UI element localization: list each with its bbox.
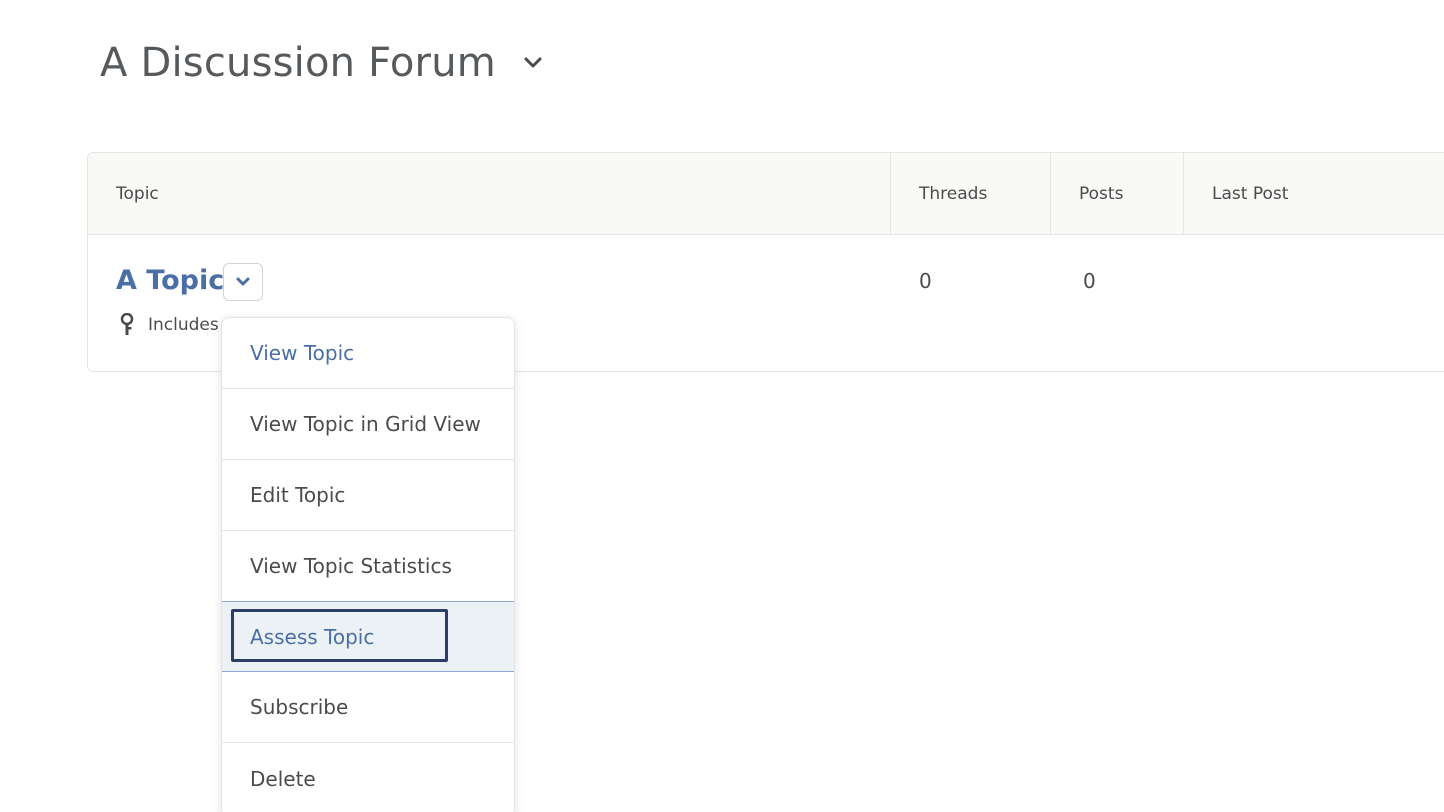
menu-item-label: Delete: [250, 766, 316, 791]
menu-item-label: View Topic: [250, 341, 355, 365]
menu-item-edit-topic[interactable]: Edit Topic: [222, 460, 514, 531]
menu-item-label: Edit Topic: [250, 483, 346, 507]
page: A Discussion Forum Topic Threads Posts L…: [0, 0, 1444, 812]
topic-link[interactable]: A Topic: [116, 265, 224, 296]
topic-menu-button[interactable]: [223, 263, 263, 301]
forum-menu-button[interactable]: [520, 50, 546, 76]
header-topic: Topic: [116, 183, 159, 204]
column-divider: [1050, 153, 1051, 234]
menu-item-view-topic-statistics[interactable]: View Topic Statistics: [222, 531, 514, 602]
menu-item-view-topic[interactable]: View Topic: [222, 318, 514, 389]
posts-count: 0: [1083, 269, 1096, 293]
topic-context-menu: View Topic View Topic in Grid View Edit …: [221, 317, 515, 812]
menu-item-label: Subscribe: [250, 695, 349, 719]
menu-item-delete[interactable]: Delete: [222, 743, 514, 812]
includes-label: Includes: [148, 315, 219, 335]
chevron-down-icon: [524, 57, 542, 68]
menu-item-label: View Topic in Grid View: [250, 412, 481, 436]
header-threads: Threads: [919, 183, 988, 204]
menu-item-subscribe[interactable]: Subscribe: [222, 672, 514, 743]
menu-item-label: View Topic Statistics: [250, 554, 452, 578]
pin-icon: [120, 313, 134, 337]
forum-header: A Discussion Forum: [100, 40, 546, 86]
menu-item-assess-topic[interactable]: Assess Topic: [222, 601, 514, 672]
page-title: A Discussion Forum: [100, 40, 496, 86]
threads-count: 0: [919, 269, 932, 293]
chevron-down-icon: [236, 277, 250, 286]
column-divider: [1183, 153, 1184, 234]
header-last-post: Last Post: [1212, 183, 1289, 204]
column-divider: [890, 153, 891, 234]
menu-item-view-topic-grid[interactable]: View Topic in Grid View: [222, 389, 514, 460]
table-header: Topic Threads Posts Last Post: [88, 153, 1444, 235]
includes-info: Includes: [120, 313, 219, 337]
menu-item-label: Assess Topic: [250, 624, 375, 649]
header-posts: Posts: [1079, 183, 1124, 204]
